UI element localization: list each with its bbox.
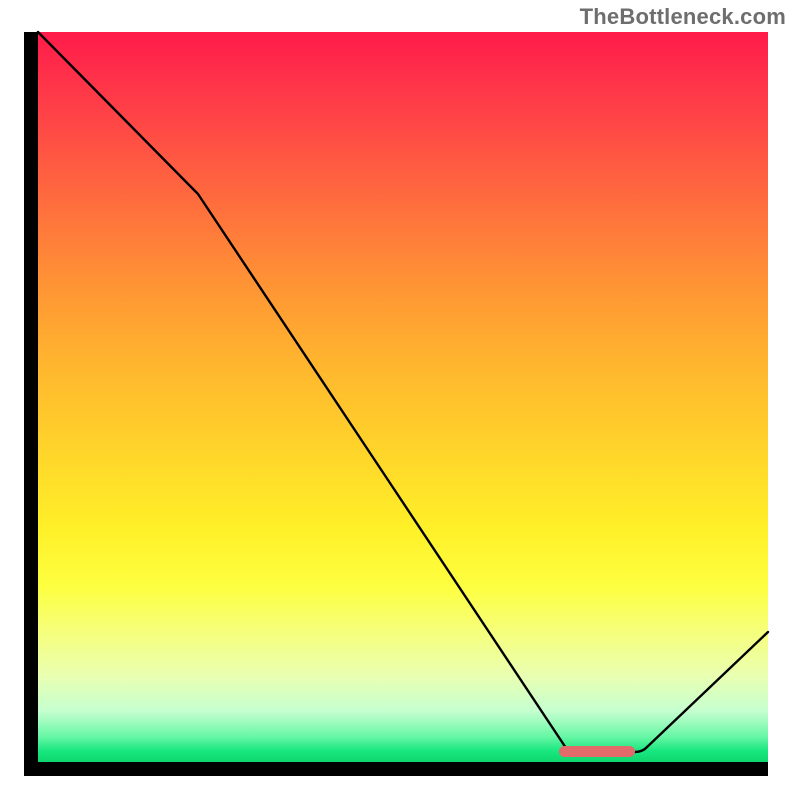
optimal-range-marker [559, 746, 635, 757]
bottleneck-curve [38, 32, 768, 762]
curve-path [38, 32, 768, 752]
plot-area [38, 32, 768, 762]
watermark-text: TheBottleneck.com [580, 4, 786, 30]
chart-page: { "watermark": "TheBottleneck.com", "cha… [0, 0, 800, 800]
x-axis [24, 762, 768, 776]
y-axis [24, 32, 38, 762]
